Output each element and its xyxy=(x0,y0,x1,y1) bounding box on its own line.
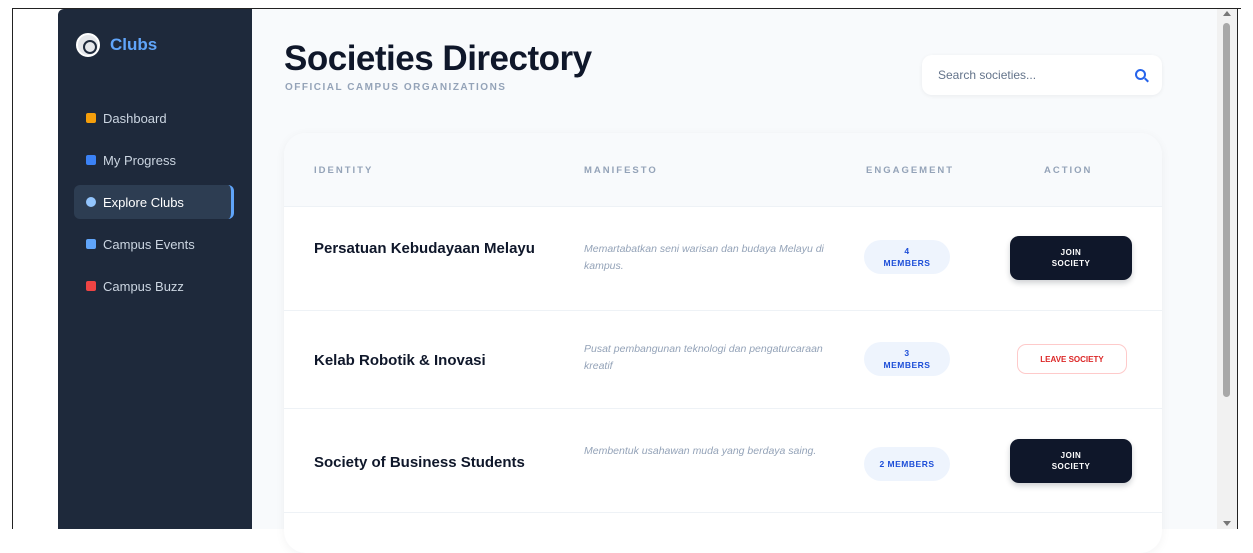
sidebar-item-label: Campus Events xyxy=(103,236,195,252)
university-seal-icon xyxy=(76,33,100,57)
sidebar-item-label: Dashboard xyxy=(103,110,167,126)
house-icon xyxy=(86,113,96,123)
leave-society-button[interactable]: LEAVE SOCIETY xyxy=(1017,344,1127,374)
sidebar-item-label: Campus Buzz xyxy=(103,278,184,294)
society-manifesto: Memartabatkan seni warisan dan budaya Me… xyxy=(584,243,824,272)
society-manifesto: Pusat pembangunan teknologi dan pengatur… xyxy=(584,343,823,372)
search-input[interactable] xyxy=(938,66,1108,84)
table-row: Society of Business Students Membentuk u… xyxy=(284,409,1162,513)
sidebar-item-campus-events[interactable]: Campus Events xyxy=(74,227,234,261)
search-box xyxy=(922,55,1162,95)
search-icon[interactable] xyxy=(1135,69,1146,80)
member-count-badge: 3 MEMBERS xyxy=(864,342,950,376)
scroll-down-arrow-icon[interactable] xyxy=(1223,521,1231,526)
column-header-manifesto: MANIFESTO xyxy=(584,165,658,176)
table-row: Kelab Robotik & Inovasi Pusat pembanguna… xyxy=(284,311,1162,409)
society-name: Persatuan Kebudayaan Melayu xyxy=(314,240,535,257)
column-header-engagement: ENGAGEMENT xyxy=(866,165,955,176)
member-count-badge: 4 MEMBERS xyxy=(864,240,950,274)
brand[interactable]: Clubs xyxy=(76,33,157,57)
page-subtitle: OFFICIAL CAMPUS ORGANIZATIONS xyxy=(285,82,507,93)
frame-border-left xyxy=(12,8,13,529)
join-society-button[interactable]: JOIN SOCIETY xyxy=(1010,439,1132,483)
sidebar-item-dashboard[interactable]: Dashboard xyxy=(74,101,234,135)
sidebar-item-label: My Progress xyxy=(103,152,176,168)
society-name: Kelab Robotik & Inovasi xyxy=(314,352,486,369)
frame-border-right xyxy=(1237,8,1238,529)
sidebar-item-campus-buzz[interactable]: Campus Buzz xyxy=(74,269,234,303)
sidebar-item-label: Explore Clubs xyxy=(103,194,184,210)
sidebar-item-explore-clubs[interactable]: Explore Clubs xyxy=(74,185,234,219)
sidebar-item-my-progress[interactable]: My Progress xyxy=(74,143,234,177)
societies-table: IDENTITY MANIFESTO ENGAGEMENT ACTION Per… xyxy=(284,133,1162,553)
sidebar: Clubs Dashboard My Progress Explore Club… xyxy=(58,9,252,529)
society-name: Society of Business Students xyxy=(314,454,525,471)
scrollbar-thumb[interactable] xyxy=(1223,23,1230,397)
society-manifesto: Membentuk usahawan muda yang berdaya sai… xyxy=(584,445,817,457)
page-title: Societies Directory xyxy=(284,39,592,78)
sidebar-nav: Dashboard My Progress Explore Clubs Camp… xyxy=(74,101,234,311)
scroll-up-arrow-icon[interactable] xyxy=(1223,11,1231,16)
bar-chart-icon xyxy=(86,155,96,165)
main-content: Societies Directory OFFICIAL CAMPUS ORGA… xyxy=(252,9,1217,553)
megaphone-icon xyxy=(86,281,96,291)
brand-name: Clubs xyxy=(110,35,158,54)
magnifier-icon xyxy=(86,197,96,207)
column-header-identity: IDENTITY xyxy=(314,165,374,176)
page-scrollbar[interactable] xyxy=(1217,9,1237,529)
column-header-action: ACTION xyxy=(1044,165,1093,176)
calendar-icon xyxy=(86,239,96,249)
table-header: IDENTITY MANIFESTO ENGAGEMENT ACTION xyxy=(284,133,1162,207)
browser-frame: Clubs Dashboard My Progress Explore Club… xyxy=(0,0,1253,553)
join-society-button[interactable]: JOIN SOCIETY xyxy=(1010,236,1132,280)
table-row: Persatuan Kebudayaan Melayu Memartabatka… xyxy=(284,207,1162,311)
member-count-badge: 2 MEMBERS xyxy=(864,447,950,481)
